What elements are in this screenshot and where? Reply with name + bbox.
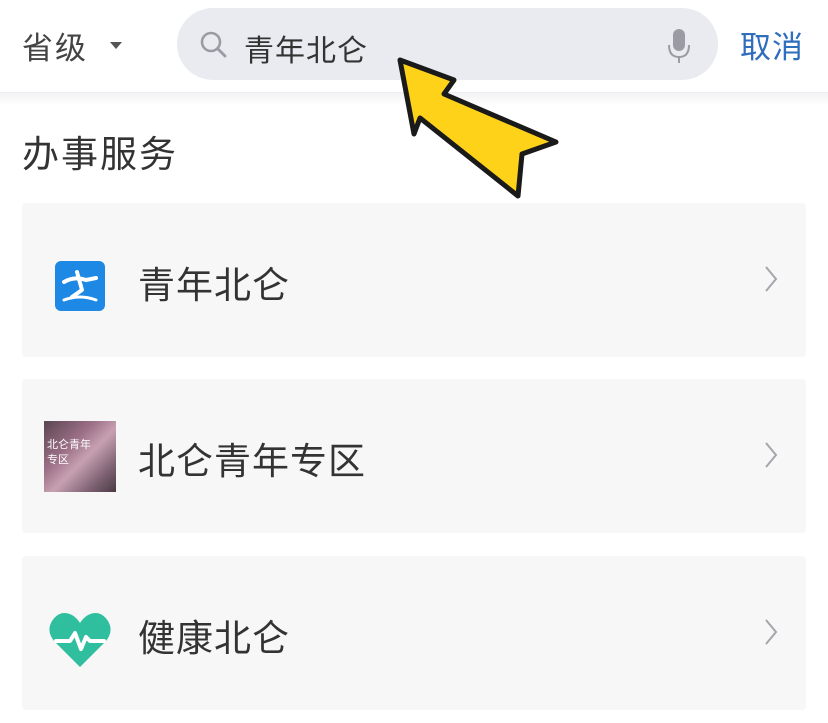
service-item-youth-beilun[interactable]: 青年北仑 xyxy=(22,203,806,357)
caret-down-icon xyxy=(110,41,122,49)
health-heart-icon xyxy=(49,613,111,667)
region-label: 省级 xyxy=(22,30,88,67)
pointer-arrow-icon xyxy=(397,57,559,199)
cancel-button[interactable]: 取消 xyxy=(740,22,804,67)
thumbnail-text: 北仑青年专区 xyxy=(47,438,91,466)
service-label: 健康北仑 xyxy=(138,617,290,660)
chevron-right-icon xyxy=(765,619,778,645)
microphone-icon[interactable] xyxy=(667,27,691,65)
service-label: 北仑青年专区 xyxy=(138,440,366,483)
youth-zone-thumbnail: 北仑青年专区 xyxy=(44,421,116,492)
search-query-text: 青年北仑 xyxy=(244,34,368,69)
region-selector[interactable]: 省级 xyxy=(22,20,122,70)
service-item-health-beilun[interactable]: 健康北仑 xyxy=(22,556,806,710)
service-label: 青年北仑 xyxy=(138,264,290,307)
youth-beilun-app-icon xyxy=(55,261,105,311)
search-icon xyxy=(200,31,227,58)
section-title: 办事服务 xyxy=(22,133,178,176)
chevron-right-icon xyxy=(765,266,778,292)
service-item-youth-zone[interactable]: 北仑青年专区 北仑青年专区 xyxy=(22,379,806,533)
chevron-right-icon xyxy=(765,442,778,468)
